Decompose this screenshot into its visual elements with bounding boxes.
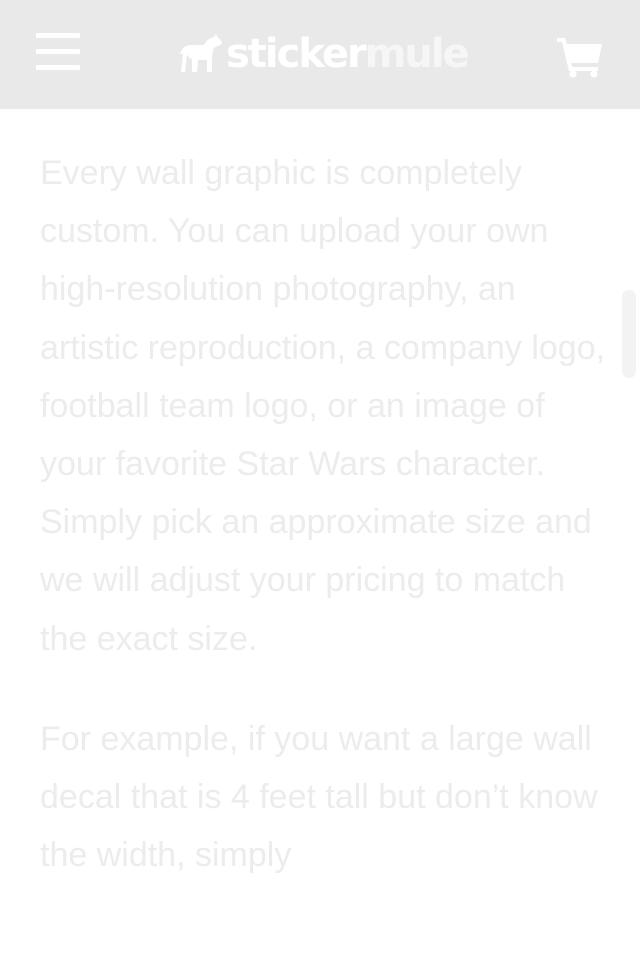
paragraph-example: For example, if you want a large wall de… <box>40 719 598 875</box>
top-header: stickermule <box>0 0 640 109</box>
main-content: Every wall graphic is completely custom.… <box>40 144 610 884</box>
mule-logo-icon <box>180 34 222 72</box>
cart-button[interactable] <box>556 36 604 78</box>
menu-button[interactable] <box>36 32 82 74</box>
cart-icon <box>557 38 602 78</box>
scrollbar-thumb[interactable] <box>622 290 636 378</box>
sticker-mule-logo[interactable]: stickermule <box>178 26 470 82</box>
logo-wordmark: stickermule <box>226 31 470 77</box>
paragraph-wall-graphics: Every wall graphic is completely custom.… <box>40 154 606 658</box>
